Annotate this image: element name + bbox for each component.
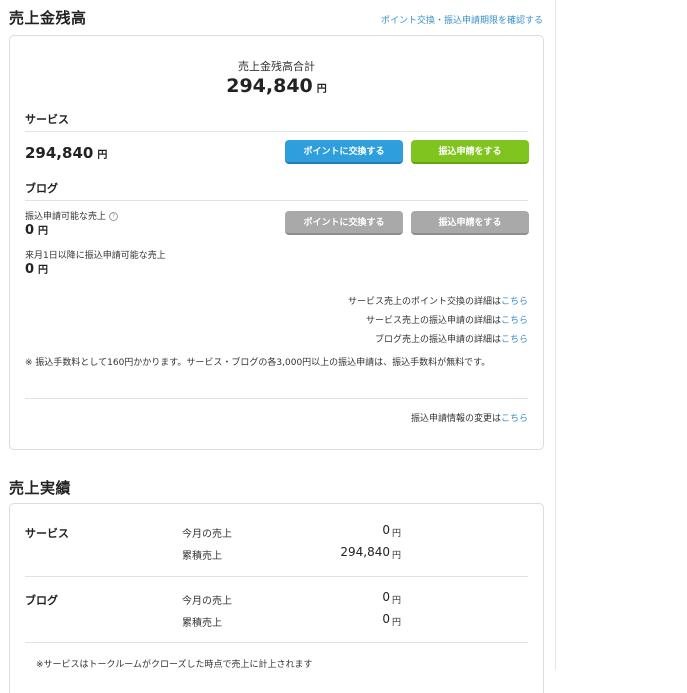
performance-service-heading: サービス <box>25 527 69 540</box>
blog-transferable-label-text: 振込申請可能な売上 <box>25 212 107 222</box>
total-balance-yen: 円 <box>316 84 327 95</box>
blog-exchange-points-button[interactable]: ポイントに交換する <box>285 211 403 235</box>
blog-transfer-detail-text: ブログ売上の振込申請の詳細は <box>374 335 501 345</box>
blog-total-value: 0 <box>382 612 390 626</box>
total-balance-value: 294,840 円 <box>10 75 543 97</box>
service-transfer-detail-text: サービス売上の振込申請の詳細は <box>365 316 501 326</box>
service-total-label: 累積売上 <box>182 551 222 562</box>
change-info-link[interactable]: こちら <box>501 414 528 424</box>
balance-section-title: 売上金残高 <box>9 9 87 27</box>
service-exchange-points-button[interactable]: ポイントに交換する <box>285 140 403 164</box>
divider <box>25 642 528 643</box>
divider <box>25 576 528 577</box>
change-info: 振込申請情報の変更はこちら <box>411 411 528 424</box>
blog-month-value: 0 <box>382 590 390 604</box>
balance-section-header: 売上金残高 ポイント交換・振込申請期限を確認する <box>9 7 543 28</box>
service-amount-value: 294,840 <box>25 144 94 162</box>
blog-future-yen: 円 <box>38 265 49 276</box>
blog-transfer-request-button[interactable]: 振込申請をする <box>411 211 529 235</box>
service-heading: サービス <box>25 111 528 132</box>
service-transfer-request-button[interactable]: 振込申請をする <box>411 140 529 164</box>
service-transfer-detail: サービス売上の振込申請の詳細はこちら <box>366 313 528 326</box>
service-exchange-detail: サービス売上のポイント交換の詳細はこちら <box>348 294 528 307</box>
blog-future-value: 0 <box>25 262 35 277</box>
blog-transfer-detail: ブログ売上の振込申請の詳細はこちら <box>375 332 528 345</box>
blog-month-label: 今月の売上 <box>182 596 232 607</box>
blog-total-unit: 円 <box>392 618 402 628</box>
performance-blog-heading: ブログ <box>25 594 58 607</box>
service-month-label: 今月の売上 <box>182 529 232 540</box>
blog-transferable-value: 0 <box>25 223 35 238</box>
performance-section-header: 売上実績 <box>9 477 543 498</box>
blog-transferable-amount: 0円 <box>25 222 48 238</box>
performance-card: サービス 今月の売上 0 円 累積売上 294,840 円 ブログ 今月の売上 … <box>9 503 544 693</box>
total-balance-amount: 294,840 <box>226 75 313 97</box>
blog-future-label: 来月1日以降に振込申請可能な売上 <box>25 251 166 261</box>
main-content: 売上金残高 ポイント交換・振込申請期限を確認する 売上金残高合計 294,840… <box>0 0 556 693</box>
blog-month-unit: 円 <box>392 596 402 606</box>
blog-transferable-yen: 円 <box>38 226 49 237</box>
service-transfer-detail-link[interactable]: こちら <box>501 316 528 326</box>
blog-future-amount: 0円 <box>25 261 48 277</box>
change-info-text: 振込申請情報の変更は <box>410 414 501 424</box>
service-month-unit: 円 <box>392 529 402 539</box>
performance-section-title: 売上実績 <box>9 479 72 497</box>
service-total-unit: 円 <box>392 551 402 561</box>
blog-heading: ブログ <box>25 180 528 201</box>
service-exchange-detail-text: サービス売上のポイント交換の詳細は <box>347 297 501 307</box>
divider <box>25 398 528 399</box>
service-month-value: 0 <box>382 523 390 537</box>
performance-footnote: ※サービスはトークルームがクローズした時点で売上に計上されます <box>36 660 313 670</box>
help-icon[interactable]: ? <box>109 212 119 221</box>
service-total-value: 294,840 <box>340 545 390 559</box>
service-amount: 294,840 円 <box>25 144 107 162</box>
total-balance-label: 売上金残高合計 <box>238 60 315 73</box>
service-amount-yen: 円 <box>97 150 108 161</box>
check-deadline-link[interactable]: ポイント交換・振込申請期限を確認する <box>381 13 543 26</box>
blog-transfer-detail-link[interactable]: こちら <box>501 335 528 345</box>
fee-note: ※ 振込手数料として160円かかります。サービス・ブログの各3,000円以上の振… <box>25 358 491 368</box>
service-exchange-detail-link[interactable]: こちら <box>501 297 528 307</box>
balance-card: 売上金残高合計 294,840 円 サービス 294,840 円 ポイントに交換する… <box>9 35 544 450</box>
blog-transferable-label: 振込申請可能な売上? <box>25 209 119 222</box>
blog-total-label: 累積売上 <box>182 618 222 629</box>
total-balance: 売上金残高合計 294,840 円 <box>10 58 543 97</box>
